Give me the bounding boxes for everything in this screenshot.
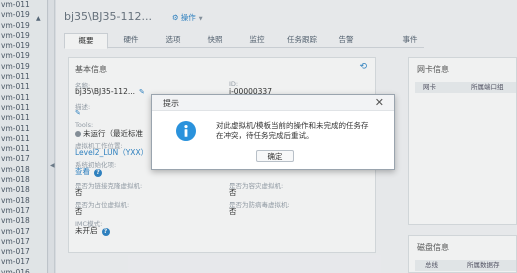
dialog-header: 提示 ✕ — [152, 95, 394, 111]
dialog-title: 提示 — [163, 99, 179, 108]
close-icon[interactable]: ✕ — [375, 96, 384, 109]
conflict-dialog: 提示 ✕ 对此虚拟机/模板当前的操作和未完成的任务存在冲突，待任务完成后重试。 … — [151, 94, 395, 170]
info-icon — [176, 121, 196, 141]
ok-button[interactable]: 确定 — [256, 150, 294, 162]
dialog-message: 对此虚拟机/模板当前的操作和未完成的任务存在冲突，待任务完成后重试。 — [216, 121, 369, 140]
